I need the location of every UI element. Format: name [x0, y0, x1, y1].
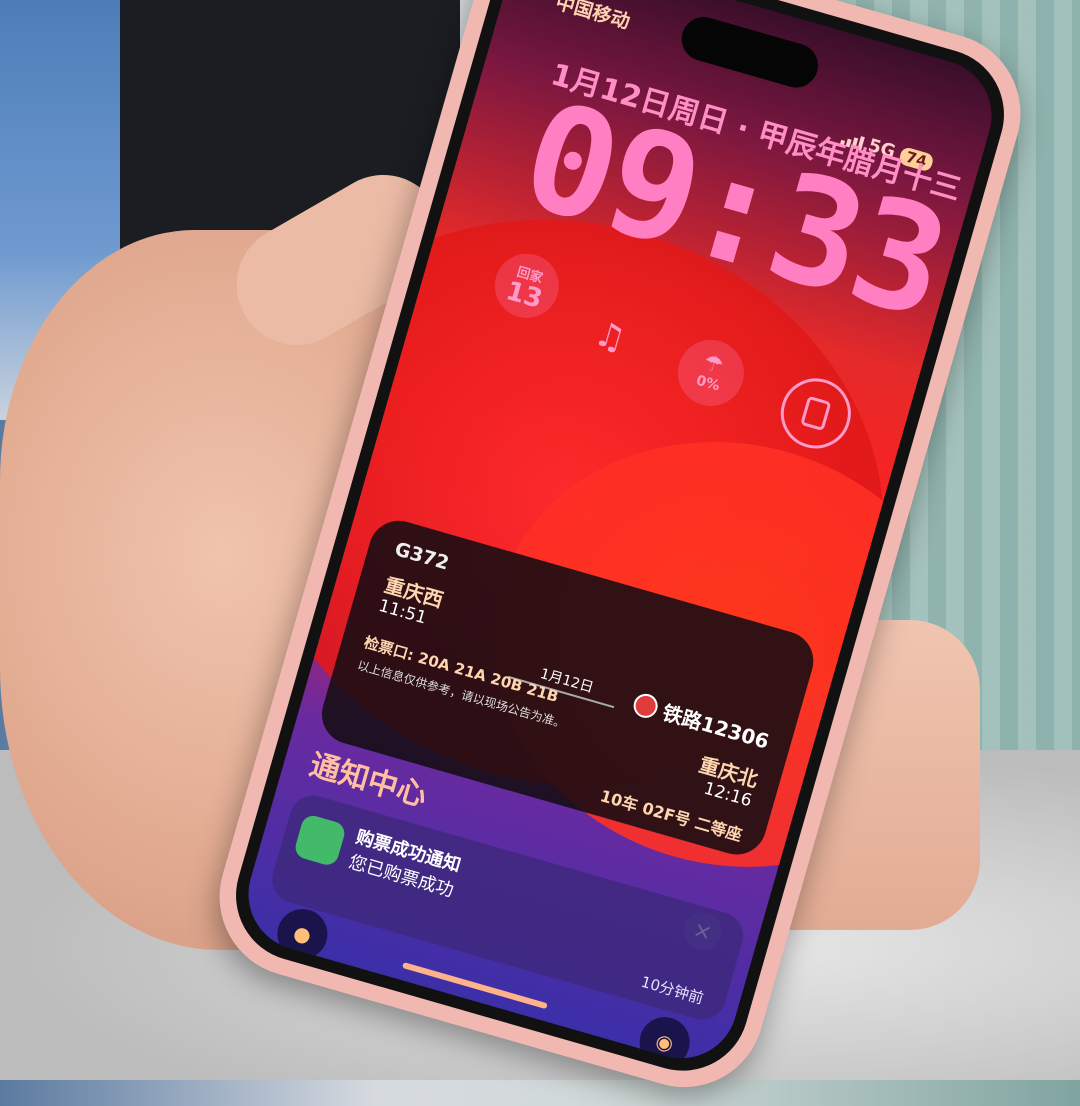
- watch-icon: [800, 395, 832, 432]
- railway-logo-text: 铁路12306: [659, 700, 772, 754]
- dynamic-island: [676, 11, 824, 93]
- carrier-label: 中国移动: [553, 0, 633, 34]
- railway-logo-icon: [631, 690, 662, 721]
- railway-app-icon: [292, 813, 348, 868]
- notification-time: 10分钟前: [638, 972, 706, 1008]
- train-number: G372: [392, 538, 452, 575]
- railway-logo: 铁路12306: [631, 688, 773, 754]
